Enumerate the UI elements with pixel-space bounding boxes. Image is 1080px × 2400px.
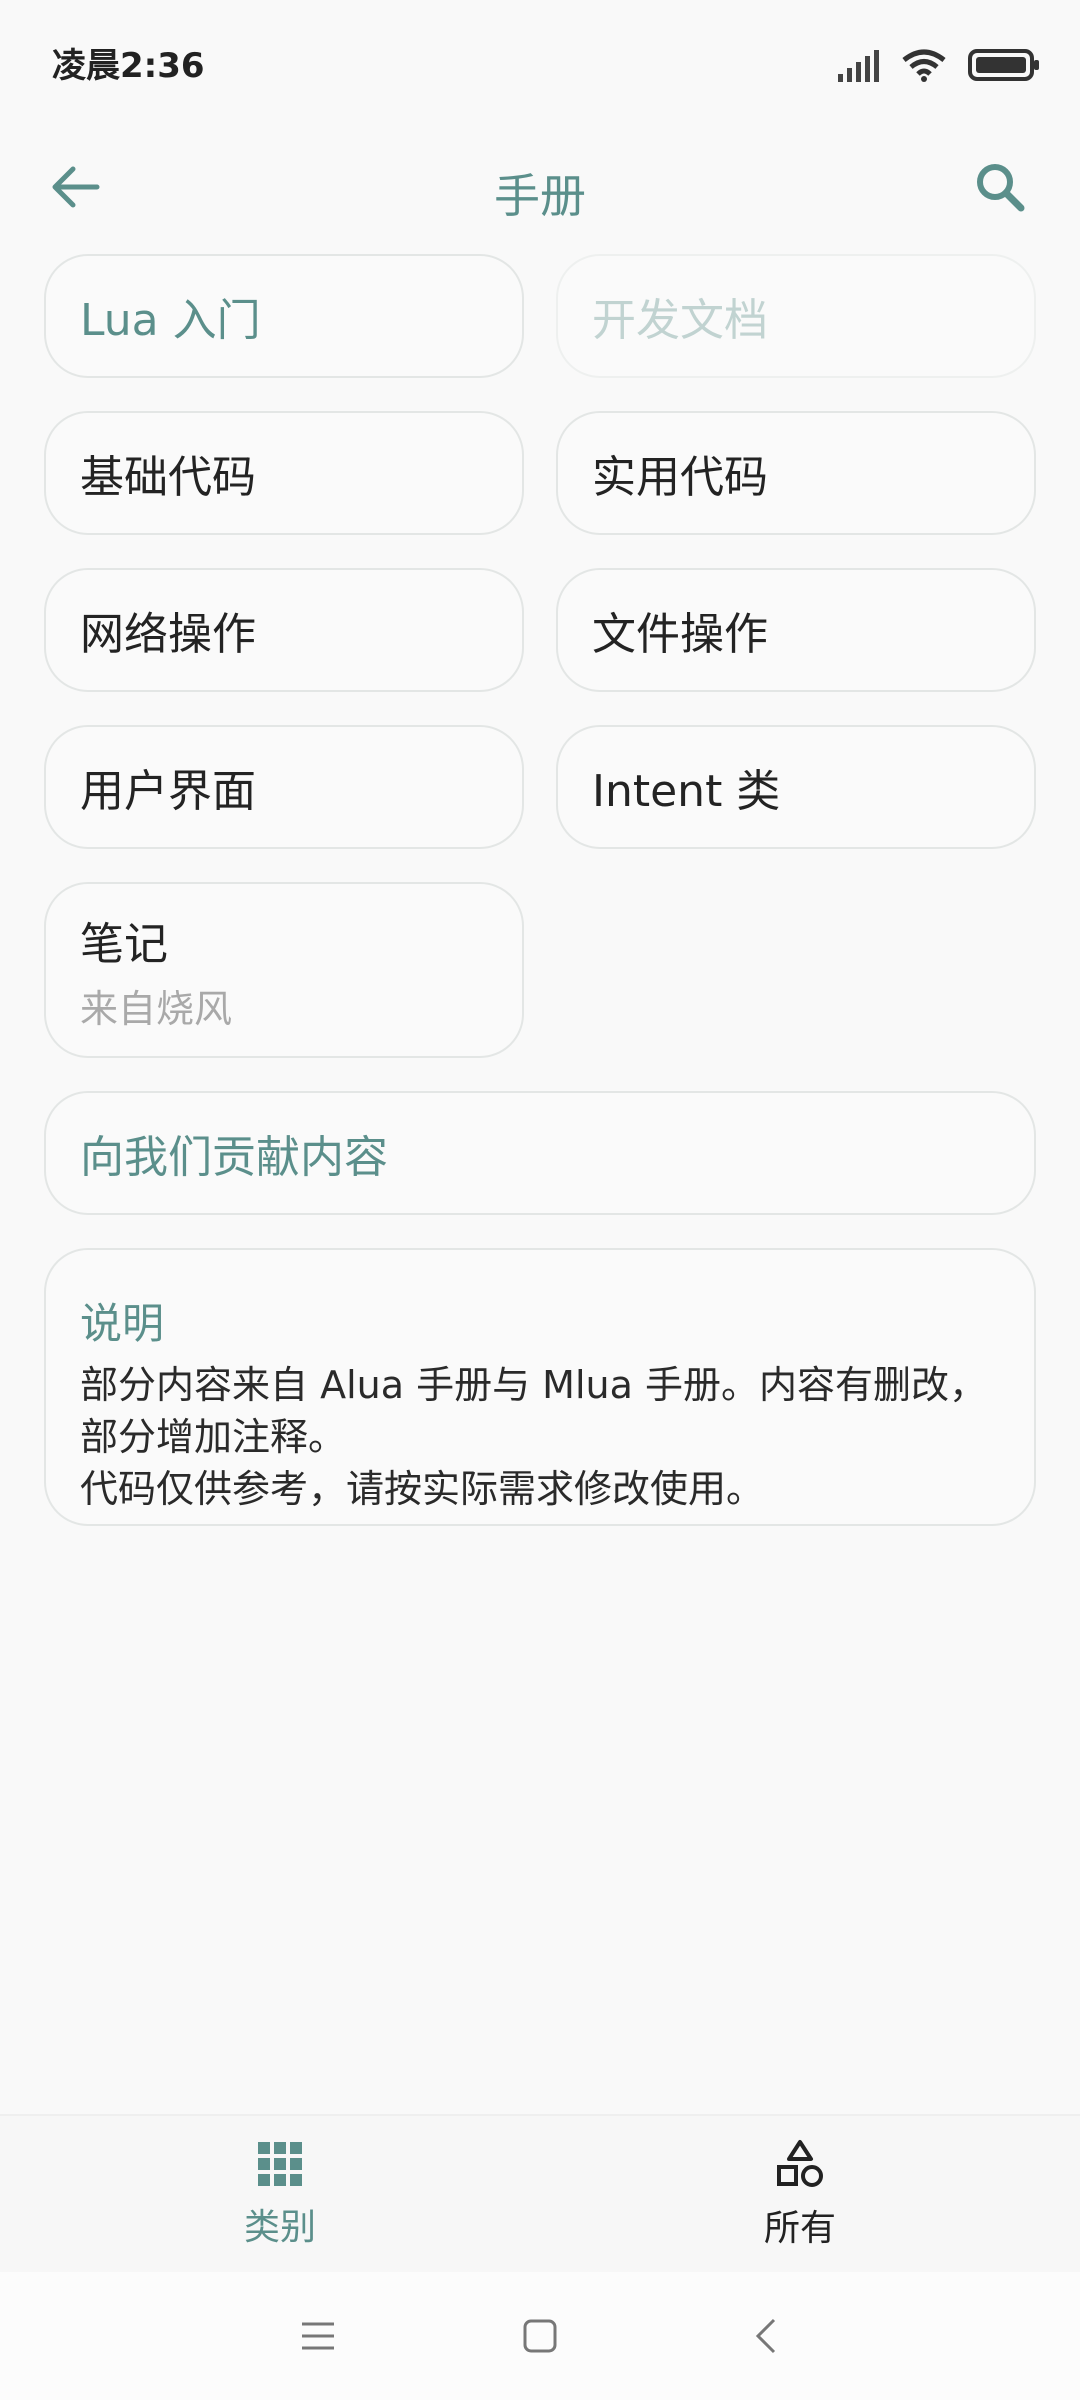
info-body: 部分内容来自 Alua 手册与 Mlua 手册。内容有删改，部分增加注释。 代码… <box>80 1363 987 1511</box>
category-intent[interactable]: Intent 类 <box>556 725 1036 849</box>
nav-label-all: 所有 <box>763 2208 836 2249</box>
category-network[interactable]: 网络操作 <box>44 568 524 692</box>
search-button[interactable] <box>960 152 1040 222</box>
category-ui[interactable]: 用户界面 <box>44 725 524 849</box>
recents-button[interactable] <box>288 2306 348 2366</box>
category-label: 基础代码 <box>80 452 256 503</box>
grid-icon <box>258 2142 302 2186</box>
category-label: 文件操作 <box>592 609 768 660</box>
contribute-label: 向我们贡献内容 <box>80 1132 388 1183</box>
category-lua-intro[interactable]: Lua 入门 <box>44 254 524 378</box>
home-button[interactable] <box>510 2306 570 2366</box>
status-time: 凌晨2:36 <box>52 46 205 86</box>
category-label: 用户界面 <box>80 766 256 817</box>
battery-icon <box>968 49 1039 81</box>
app-bar: 手册 <box>0 130 1080 270</box>
bottom-navigation: 类别 所有 <box>0 2114 1080 2274</box>
nav-label-categories: 类别 <box>243 2207 316 2248</box>
page-title: 手册 <box>494 169 586 223</box>
menu-icon <box>302 2322 334 2350</box>
info-title: 说明 <box>80 1299 165 1348</box>
category-sublabel: 来自烧风 <box>80 986 233 1031</box>
system-back-button[interactable] <box>736 2306 796 2366</box>
nav-tab-categories[interactable]: 类别 <box>10 2116 550 2274</box>
nav-tab-all[interactable]: 所有 <box>530 2116 1070 2274</box>
category-label: 笔记 <box>80 918 168 970</box>
category-practical-code[interactable]: 实用代码 <box>556 411 1036 535</box>
category-label: 网络操作 <box>80 609 256 660</box>
search-icon <box>977 164 1025 212</box>
category-dev-docs: 开发文档 <box>556 254 1036 378</box>
info-card: 说明 部分内容来自 Alua 手册与 Mlua 手册。内容有删改，部分增加注释。… <box>44 1248 1036 1526</box>
square-icon <box>523 2319 557 2353</box>
status-bar: 凌晨2:36 <box>0 0 1080 130</box>
contribute-button[interactable]: 向我们贡献内容 <box>44 1091 1036 1215</box>
wifi-icon <box>902 49 946 82</box>
status-icons <box>836 40 1040 90</box>
shapes-icon <box>777 2140 823 2187</box>
category-label: Intent 类 <box>592 766 781 817</box>
category-basic-code[interactable]: 基础代码 <box>44 411 524 535</box>
chevron-left-icon <box>755 2318 776 2354</box>
signal-icon <box>838 50 879 82</box>
category-label: Lua 入门 <box>80 295 261 346</box>
system-navigation-bar <box>0 2272 1080 2400</box>
category-label: 开发文档 <box>592 295 768 346</box>
category-notes[interactable]: 笔记 来自烧风 <box>44 882 524 1058</box>
category-file[interactable]: 文件操作 <box>556 568 1036 692</box>
category-label: 实用代码 <box>592 452 768 503</box>
